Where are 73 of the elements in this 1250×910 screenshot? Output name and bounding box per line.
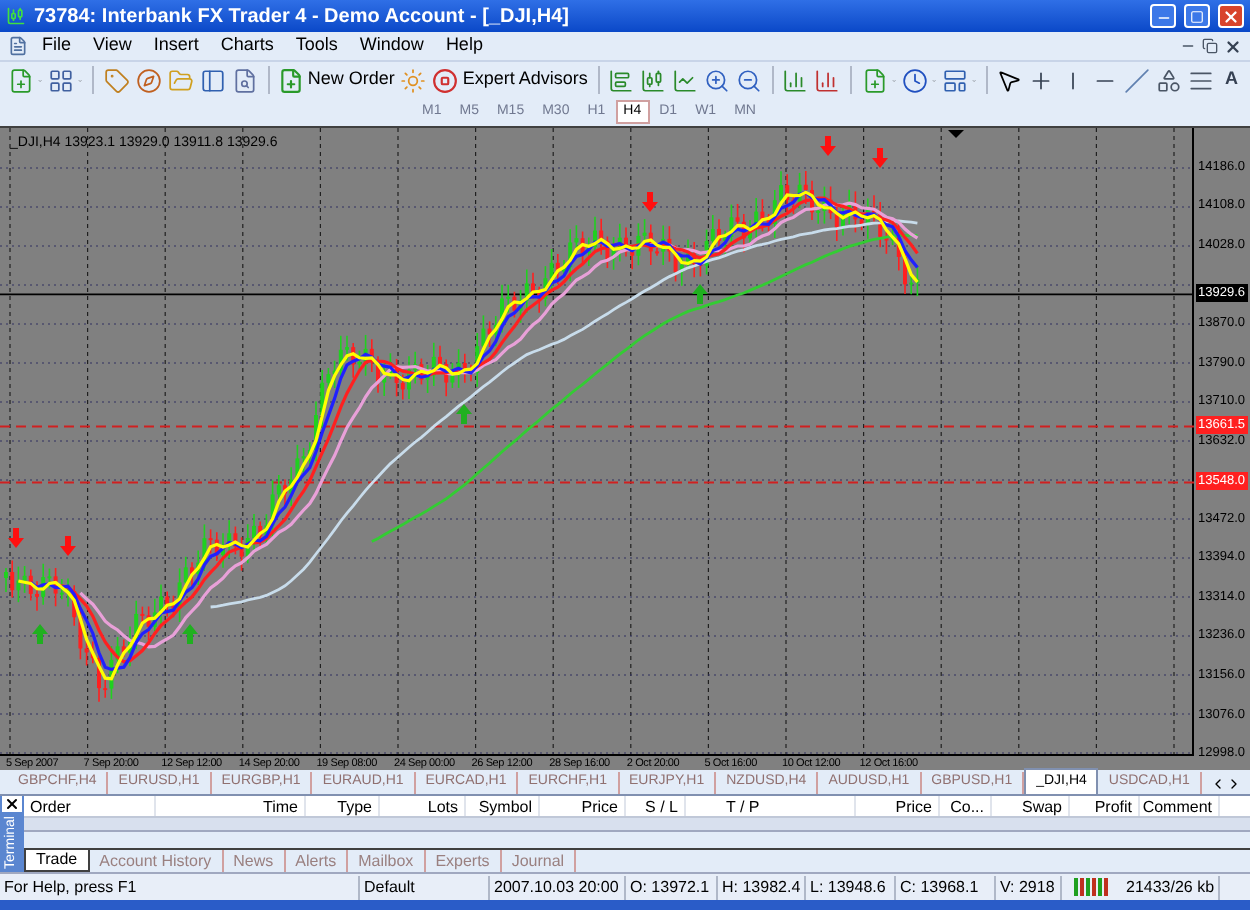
document-icon[interactable] <box>8 36 28 56</box>
line-chart-icon[interactable] <box>672 67 699 93</box>
file-search-icon[interactable] <box>231 67 258 93</box>
maximize-icon <box>1190 9 1204 23</box>
column-header[interactable]: S / L <box>626 796 686 816</box>
menu-item[interactable]: Tools <box>287 32 346 60</box>
down-arrow-icon <box>642 192 658 212</box>
column-header[interactable]: Symbol <box>466 796 540 816</box>
candlestick-icon[interactable] <box>640 67 667 93</box>
lines-icon[interactable] <box>1188 67 1215 93</box>
menu-item[interactable]: Help <box>437 32 491 60</box>
app-icon <box>6 6 26 26</box>
connection-bars-icon <box>1074 878 1110 896</box>
cursor-icon[interactable] <box>996 67 1023 93</box>
menu-item[interactable]: File <box>34 32 80 60</box>
text-tool-button[interactable]: A <box>1220 66 1242 94</box>
clock-icon[interactable] <box>901 67 928 93</box>
up-arrow-icon <box>32 624 48 644</box>
up-arrow-icon <box>692 284 708 304</box>
down-arrow-icon <box>8 528 24 548</box>
column-header[interactable]: Comment <box>1140 796 1220 816</box>
compass-icon[interactable] <box>135 67 162 93</box>
column-header[interactable]: Co... <box>940 796 992 816</box>
column-header[interactable]: Type <box>306 796 380 816</box>
column-header[interactable]: Profit <box>1070 796 1140 816</box>
menu-item[interactable]: Insert <box>145 32 207 60</box>
minimize-button[interactable] <box>1150 4 1176 28</box>
down-arrow-icon <box>60 536 76 556</box>
scroll-left-icon[interactable] <box>1210 776 1226 792</box>
column-header[interactable]: Order <box>24 796 156 816</box>
menu-item[interactable]: View <box>85 32 140 60</box>
tag-icon[interactable] <box>103 67 130 93</box>
restore-icon[interactable] <box>1202 38 1218 54</box>
shapes-icon[interactable] <box>1156 67 1183 93</box>
down-arrow-icon <box>820 136 836 156</box>
file-plus-icon[interactable] <box>8 67 34 93</box>
column-chart-icon[interactable] <box>814 67 841 93</box>
file-plus-icon <box>277 67 304 93</box>
menu-item[interactable]: Charts <box>212 32 282 60</box>
horizontal-scrollbar[interactable] <box>24 818 1250 832</box>
column-chart-icon[interactable] <box>782 67 809 93</box>
close-icon[interactable] <box>1224 37 1242 55</box>
panel-icon[interactable] <box>199 67 226 93</box>
column-header[interactable]: Time <box>156 796 306 816</box>
bar-chart-icon[interactable] <box>608 67 635 93</box>
sun-icon[interactable] <box>400 67 427 93</box>
crosshair-icon[interactable] <box>1028 67 1055 93</box>
trendline-icon[interactable] <box>1124 67 1151 93</box>
template-icon[interactable] <box>942 67 969 93</box>
expert-advisors-button[interactable]: Expert Advisors <box>432 66 588 94</box>
maximize-button[interactable] <box>1184 4 1210 28</box>
close-icon <box>1222 7 1240 25</box>
window-title: 73784: Interbank FX Trader 4 - Demo Account - [_DJI,H4] <box>34 3 569 31</box>
column-header[interactable]: T / P <box>686 796 856 816</box>
column-header[interactable]: Price <box>540 796 626 816</box>
column-header[interactable]: Price <box>856 796 940 816</box>
file-plus-icon[interactable] <box>861 67 888 93</box>
up-arrow-icon <box>456 404 472 424</box>
down-arrow-icon <box>872 148 888 168</box>
zoom-in-icon[interactable] <box>704 67 731 93</box>
scroll-right-icon[interactable] <box>1226 776 1242 792</box>
new-order-button[interactable]: New Order <box>277 66 395 94</box>
zoom-out-icon[interactable] <box>736 67 763 93</box>
column-header[interactable]: Lots <box>380 796 466 816</box>
up-arrow-icon <box>182 624 198 644</box>
stop-icon <box>432 67 459 93</box>
close-icon[interactable] <box>2 796 22 812</box>
column-header[interactable]: Swap <box>992 796 1070 816</box>
menu-item[interactable]: Window <box>351 32 432 60</box>
terminal-tab[interactable]: Trade <box>24 850 90 872</box>
close-button[interactable] <box>1218 4 1244 28</box>
chart-shift-marker-icon[interactable] <box>948 130 964 138</box>
window-grid-icon[interactable] <box>48 67 75 93</box>
